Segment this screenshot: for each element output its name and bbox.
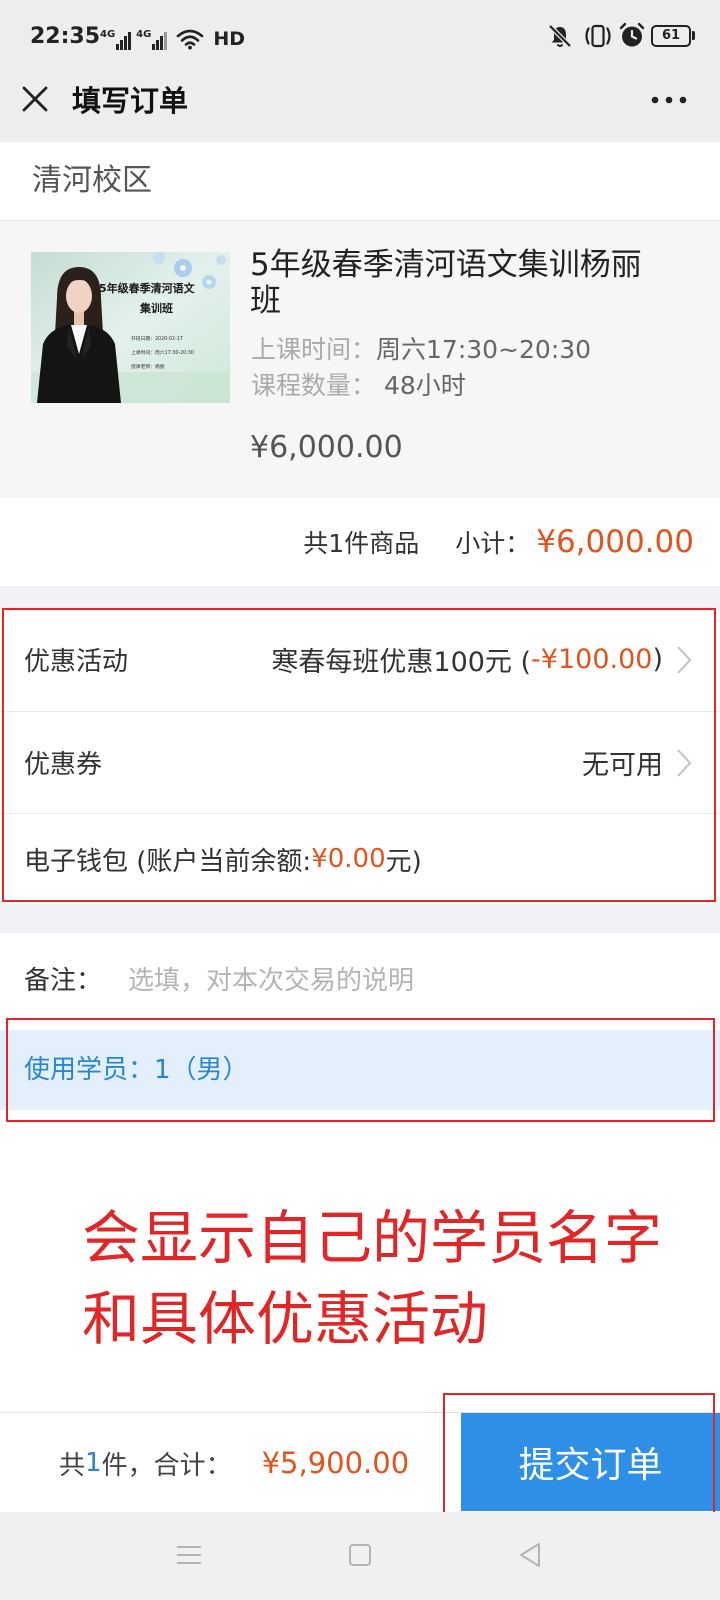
remark-label: 备注： <box>24 966 103 996</box>
vibrate-icon <box>585 24 611 48</box>
battery-icon: 61 <box>651 25 691 47</box>
poster-title-line2: 集训班 <box>139 301 173 315</box>
total-amount: ¥5,900.00 <box>261 1446 410 1480</box>
mute-icon <box>548 24 572 48</box>
course-title: 5年级春季清河语文集训杨丽班 <box>250 247 642 319</box>
page-title: 填写订单 <box>72 84 189 118</box>
back-icon[interactable] <box>518 1542 542 1568</box>
poster-title-line1: 5年级春季清河语文 <box>99 281 196 295</box>
total-count: 1 <box>85 1448 102 1478</box>
menu-icon[interactable] <box>176 1545 202 1565</box>
total-summary: 共 1 件，合计： ¥5,900.00 <box>59 1413 409 1513</box>
network-type-label: 4G <box>100 29 116 40</box>
item-count: 共1件商品 <box>303 529 420 558</box>
total-label: 件，合计： <box>101 1450 232 1481</box>
course-poster-image: 5年级春季清河语文 集训班 开班日期：2020-02-17 上课时间：周六17:… <box>31 252 230 403</box>
network-type-label: 4G <box>136 29 152 40</box>
status-time: 22:35 <box>30 24 101 49</box>
schedule-label: 上课时间： <box>251 335 377 364</box>
annotation-text-line2: 和具体优惠活动 <box>82 1285 489 1353</box>
course-schedule: 上课时间：周六17:30~20:30 <box>251 333 591 367</box>
signal-icon <box>152 32 168 50</box>
order-summary-row: 共1件商品 小计： ¥6,000.00 <box>0 498 720 586</box>
signal-icon <box>116 32 132 50</box>
campus-name: 清河校区 <box>32 163 152 198</box>
alarm-icon <box>619 22 645 47</box>
wifi-icon <box>177 29 204 50</box>
course-count: 课程数量： 48小时 <box>251 369 466 403</box>
section-divider <box>0 586 720 608</box>
summary-content: 共1件商品 小计： ¥6,000.00 <box>303 498 694 586</box>
poster-info-line: 上课时间：周六17:30-20:30 <box>131 349 194 356</box>
subtotal-amount: ¥6,000.00 <box>536 524 694 560</box>
battery-nub <box>692 31 695 40</box>
signal-2: 4G <box>136 29 168 50</box>
annotation-box-student <box>6 1018 715 1122</box>
section-divider <box>0 904 720 933</box>
signal-1: 4G <box>100 29 132 50</box>
course-price: ¥6,000.00 <box>250 430 403 465</box>
campus-row: 清河校区 <box>0 142 720 221</box>
close-icon[interactable] <box>21 85 49 113</box>
hd-indicator: HD <box>213 28 246 50</box>
schedule-value: 周六17:30~20:30 <box>376 335 592 364</box>
subtotal-label: 小计： <box>455 529 531 558</box>
home-icon[interactable] <box>348 1543 372 1567</box>
course-card[interactable]: 5年级春季清河语文 集训班 开班日期：2020-02-17 上课时间：周六17:… <box>0 221 720 498</box>
annotation-text-line1: 会显示自己的学员名字 <box>82 1204 663 1272</box>
annotation-box-discounts <box>2 608 716 902</box>
annotation-box-submit <box>443 1393 715 1517</box>
poster-info-line: 开班日期：2020-02-17 <box>131 335 183 342</box>
poster-info-line: 授课老师：杨丽 <box>131 363 165 370</box>
count-value: 48小时 <box>376 371 466 400</box>
status-network-group: 4G 4G HD <box>100 22 245 50</box>
remark-input[interactable] <box>128 958 698 1004</box>
total-prefix: 共 <box>59 1450 86 1481</box>
count-label: 课程数量： <box>251 371 377 400</box>
more-icon[interactable] <box>651 95 687 105</box>
